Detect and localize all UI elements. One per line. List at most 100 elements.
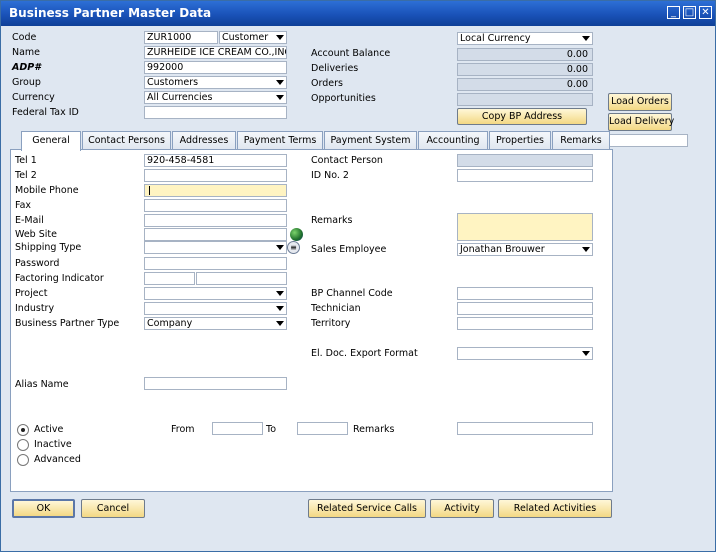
- id-no2-field[interactable]: [457, 169, 593, 182]
- adp-label: ADP#: [12, 62, 41, 73]
- minimize-icon[interactable]: _: [667, 6, 680, 19]
- group-select[interactable]: Customers: [144, 76, 287, 89]
- tab-payment-terms[interactable]: Payment Terms: [237, 131, 323, 150]
- related-activities-button[interactable]: Related Activities: [498, 499, 612, 518]
- load-orders-button[interactable]: Load Orders: [608, 93, 672, 111]
- tab-properties[interactable]: Properties: [489, 131, 551, 150]
- bp-type-field-select[interactable]: Company: [144, 317, 287, 330]
- territory-label: Territory: [311, 318, 351, 329]
- currency-label: Currency: [12, 92, 55, 103]
- tel2-field[interactable]: [144, 169, 287, 182]
- fax-field[interactable]: [144, 199, 287, 212]
- inactive-radio[interactable]: [17, 439, 29, 451]
- activity-button[interactable]: Activity: [430, 499, 494, 518]
- bp-master-data-window: Business Partner Master Data _ □ ✕ Code …: [0, 0, 716, 552]
- tab-payment-system[interactable]: Payment System: [324, 131, 417, 150]
- contact-person-label: Contact Person: [311, 155, 383, 166]
- deliveries-field: 0.00: [457, 63, 593, 76]
- email-label: E-Mail: [15, 215, 44, 226]
- mobile-phone-label: Mobile Phone: [15, 185, 79, 196]
- chevron-down-icon: [582, 247, 590, 252]
- mobile-phone-field[interactable]: [144, 184, 287, 197]
- tab-contact-persons[interactable]: Contact Persons: [82, 131, 171, 150]
- advanced-radio[interactable]: [17, 454, 29, 466]
- maximize-icon[interactable]: □: [683, 6, 696, 19]
- related-service-calls-button[interactable]: Related Service Calls: [308, 499, 426, 518]
- technician-field[interactable]: [457, 302, 593, 315]
- deliveries-label: Deliveries: [311, 63, 359, 74]
- tel1-label: Tel 1: [15, 155, 37, 166]
- chevron-down-icon: [582, 351, 590, 356]
- federal-tax-field[interactable]: [144, 106, 287, 119]
- alias-name-field[interactable]: [144, 377, 287, 390]
- local-currency-select[interactable]: Local Currency: [457, 32, 593, 45]
- status-remarks-label: Remarks: [353, 424, 395, 435]
- tel1-field[interactable]: 920-458-4581: [144, 154, 287, 167]
- bp-type-select[interactable]: Customer: [219, 31, 287, 44]
- id-no2-label: ID No. 2: [311, 170, 349, 181]
- active-radio[interactable]: [17, 424, 29, 436]
- project-select[interactable]: [144, 287, 287, 300]
- shipping-type-select[interactable]: [144, 241, 287, 254]
- alias-name-label: Alias Name: [15, 379, 69, 390]
- bp-type-value: Customer: [222, 32, 269, 43]
- cancel-button[interactable]: Cancel: [81, 499, 145, 518]
- project-label: Project: [15, 288, 48, 299]
- group-label: Group: [12, 77, 41, 88]
- name-label: Name: [12, 47, 41, 58]
- chevron-down-icon: [276, 95, 284, 100]
- chevron-down-icon: [276, 35, 284, 40]
- factoring-name-field[interactable]: [196, 272, 287, 285]
- status-remarks-field[interactable]: [457, 422, 593, 435]
- copy-bp-address-button[interactable]: Copy BP Address: [457, 108, 587, 125]
- to-date-field[interactable]: [297, 422, 348, 435]
- industry-select[interactable]: [144, 302, 287, 315]
- password-label: Password: [15, 258, 60, 269]
- tab-remarks[interactable]: Remarks: [552, 131, 610, 150]
- close-icon[interactable]: ✕: [699, 6, 712, 19]
- chevron-down-icon: [276, 306, 284, 311]
- orders-field: 0.00: [457, 78, 593, 91]
- password-field[interactable]: [144, 257, 287, 270]
- adp-field[interactable]: 992000: [144, 61, 287, 74]
- text-cursor: [149, 186, 150, 195]
- tab-accounting[interactable]: Accounting: [418, 131, 488, 150]
- tab-general[interactable]: General: [21, 131, 81, 151]
- window-title: Business Partner Master Data: [9, 6, 212, 20]
- chevron-down-icon: [276, 321, 284, 326]
- bp-type-field-value: Company: [147, 318, 193, 329]
- local-currency-value: Local Currency: [460, 33, 531, 44]
- tel2-label: Tel 2: [15, 170, 37, 181]
- eldoc-select[interactable]: [457, 347, 593, 360]
- federal-tax-label: Federal Tax ID: [12, 107, 79, 118]
- remarks-label: Remarks: [311, 215, 353, 226]
- notes-icon[interactable]: ≡: [287, 241, 300, 254]
- shipping-type-label: Shipping Type: [15, 242, 82, 253]
- from-date-field[interactable]: [212, 422, 263, 435]
- currency-select[interactable]: All Currencies: [144, 91, 287, 104]
- group-value: Customers: [147, 77, 199, 88]
- territory-field[interactable]: [457, 317, 593, 330]
- email-field[interactable]: [144, 214, 287, 227]
- technician-label: Technician: [311, 303, 361, 314]
- sales-employee-label: Sales Employee: [311, 244, 387, 255]
- load-delivery-button[interactable]: Load Delivery: [608, 113, 674, 131]
- globe-icon[interactable]: [290, 228, 303, 241]
- website-field[interactable]: [144, 228, 287, 241]
- name-field[interactable]: ZURHEIDE ICE CREAM CO.,INC.: [144, 46, 287, 59]
- account-balance-field: 0.00: [457, 48, 593, 61]
- contact-person-field: [457, 154, 593, 167]
- account-balance-label: Account Balance: [311, 48, 391, 59]
- factoring-indicator-label: Factoring Indicator: [15, 273, 104, 284]
- tab-addresses[interactable]: Addresses: [172, 131, 236, 150]
- factoring-code-field[interactable]: [144, 272, 195, 285]
- bp-channel-field[interactable]: [457, 287, 593, 300]
- sales-employee-select[interactable]: Jonathan Brouwer: [457, 243, 593, 256]
- remarks-field[interactable]: [457, 213, 593, 241]
- inactive-label: Inactive: [34, 439, 72, 450]
- opportunities-field: [457, 93, 593, 106]
- code-field[interactable]: ZUR1000: [144, 31, 218, 44]
- chevron-down-icon: [276, 291, 284, 296]
- extra-field[interactable]: [608, 134, 688, 147]
- ok-button[interactable]: OK: [12, 499, 75, 518]
